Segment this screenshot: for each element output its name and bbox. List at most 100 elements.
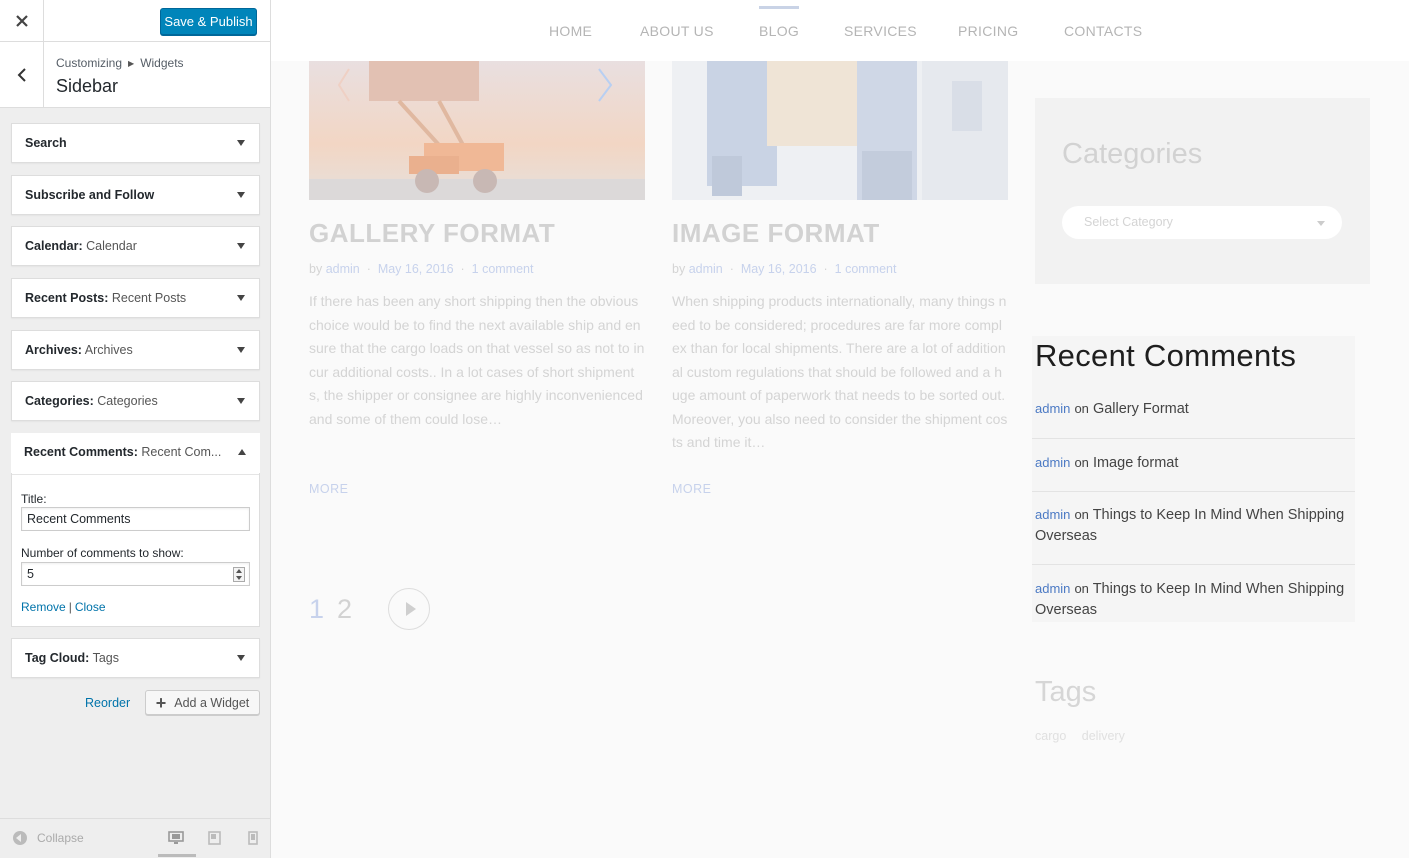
nav-pricing[interactable]: PRICING [958,23,1018,39]
meta-comments-link[interactable]: 1 comment [835,262,897,276]
category-select[interactable]: Select Category [1062,206,1342,239]
tag-link[interactable]: delivery [1082,729,1125,743]
remove-widget-link[interactable]: Remove [21,600,66,614]
reorder-link[interactable]: Reorder [85,696,130,710]
breadcrumb-widgets: Widgets [140,56,184,70]
section-header: Customizing ▶ Widgets Sidebar [0,42,270,108]
expand-arrow-icon[interactable] [237,347,245,353]
section-title: Sidebar [56,76,119,96]
add-widget-button[interactable]: + Add a Widget [145,690,260,715]
widget-categories[interactable]: Categories: Categories [11,381,260,421]
widget-recent-comments-header[interactable]: Recent Comments: Recent Com... [11,433,260,473]
collapse-arrow-icon [13,831,27,845]
breadcrumb-customizing: Customizing [56,56,123,70]
breadcrumb: Customizing ▶ Widgets [56,56,184,70]
comment-author-link[interactable]: admin [1035,507,1070,522]
expand-arrow-icon[interactable] [237,295,245,301]
post-excerpt-image: When shipping products internationally, … [672,293,1008,450]
breadcrumb-separator-icon: ▶ [128,58,135,68]
widget-type-label: Calendar: [25,239,83,253]
close-customizer-button[interactable] [0,0,44,42]
post-meta-gallery: by admin · May 16, 2016 · 1 comment [309,262,533,276]
comment-author-link[interactable]: admin [1035,401,1070,416]
number-comments-value: 5 [27,567,34,581]
gallery-post-image[interactable] [309,61,645,200]
nav-home[interactable]: HOME [549,23,592,39]
meta-by: by [672,262,686,276]
number-comments-stepper[interactable]: 5 [21,562,250,586]
image-post-image[interactable] [672,61,1008,200]
meta-dot: · [363,262,375,276]
desktop-preview-icon[interactable] [168,831,184,845]
comment-on-text: on [1074,507,1089,522]
back-button[interactable] [0,42,44,108]
widget-subscribe-follow[interactable]: Subscribe and Follow [11,175,260,215]
nav-about-us[interactable]: ABOUT US [640,23,714,39]
post-meta-image: by admin · May 16, 2016 · 1 comment [672,262,896,276]
divider [1032,438,1355,439]
expand-arrow-icon[interactable] [237,398,245,404]
meta-date-link[interactable]: May 16, 2016 [378,262,454,276]
nav-contacts[interactable]: CONTACTS [1064,23,1142,39]
meta-dot: · [726,262,738,276]
customizer-top-bar: Save & Publish [0,0,270,42]
tablet-preview-icon[interactable] [208,831,221,845]
close-widget-link[interactable]: Close [75,600,106,614]
collapse-arrow-icon[interactable] [238,449,246,455]
tags-title: Tags [1035,676,1097,708]
nav-services[interactable]: SERVICES [844,23,917,39]
comment-post-link[interactable]: Image format [1093,455,1178,471]
widget-calendar[interactable]: Calendar: Calendar [11,226,260,266]
pagination-page-2[interactable]: 2 [337,594,352,625]
more-link-image[interactable]: MORE [672,482,712,496]
widget-archives[interactable]: Archives: Archives [11,330,260,370]
collapse-label: Collapse [37,831,84,845]
title-field[interactable]: Recent Comments [21,507,250,531]
post-title-gallery[interactable]: GALLERY FORMAT [309,218,555,249]
widget-type-label: Search [25,136,67,150]
pagination-page-1[interactable]: 1 [309,594,324,625]
post-excerpt-gallery: If there has been any short shipping the… [309,293,645,427]
meta-date-link[interactable]: May 16, 2016 [741,262,817,276]
meta-author-link[interactable]: admin [326,262,360,276]
comment-on-text: on [1074,455,1089,470]
expand-arrow-icon[interactable] [237,192,245,198]
stepper-arrows-icon[interactable] [233,567,245,582]
customizer-panel: Save & Publish Customizing ▶ Widgets Sid… [0,0,271,858]
widget-search[interactable]: Search [11,123,260,163]
chevron-left-icon [17,68,26,82]
mobile-preview-icon[interactable] [248,831,258,845]
customizer-footer: Collapse [0,818,270,858]
widget-tag-cloud[interactable]: Tag Cloud: Tags [11,638,260,678]
widget-recent-posts[interactable]: Recent Posts: Recent Posts [11,278,260,318]
expand-arrow-icon[interactable] [237,140,245,146]
collapse-button[interactable]: Collapse [13,831,84,845]
nav-blog[interactable]: BLOG [759,6,800,39]
comment-on-text: on [1074,581,1089,596]
expand-arrow-icon[interactable] [237,655,245,661]
widget-type-label: Archives: [25,343,82,357]
comment-author-link[interactable]: admin [1035,455,1070,470]
number-field-label: Number of comments to show: [21,546,184,560]
widget-title-label: Calendar [86,239,137,253]
top-navigation: HOME ABOUT US BLOG SERVICES PRICING CONT… [271,0,1409,61]
more-link-gallery[interactable]: MORE [309,482,349,496]
actions-separator: | [68,600,72,614]
widget-recent-comments-expanded: Recent Comments: Recent Com... Title: Re… [11,433,260,627]
widget-type-label: Categories: [25,394,94,408]
expand-arrow-icon[interactable] [237,243,245,249]
save-publish-button[interactable]: Save & Publish [160,8,257,35]
tag-link[interactable]: cargo [1035,729,1066,743]
divider [1032,491,1355,492]
recent-comment-item: admin on Things to Keep In Mind When Shi… [1035,579,1355,620]
divider [1032,564,1355,565]
meta-comments-link[interactable]: 1 comment [472,262,534,276]
comment-post-link[interactable]: Gallery Format [1093,401,1189,417]
image-format-image [672,61,1008,200]
widget-actions: Remove | Close [21,600,106,614]
post-title-image[interactable]: IMAGE FORMAT [672,218,880,249]
pagination-next-icon[interactable] [388,588,430,630]
meta-author-link[interactable]: admin [689,262,723,276]
comment-author-link[interactable]: admin [1035,581,1070,596]
close-icon [15,15,28,27]
